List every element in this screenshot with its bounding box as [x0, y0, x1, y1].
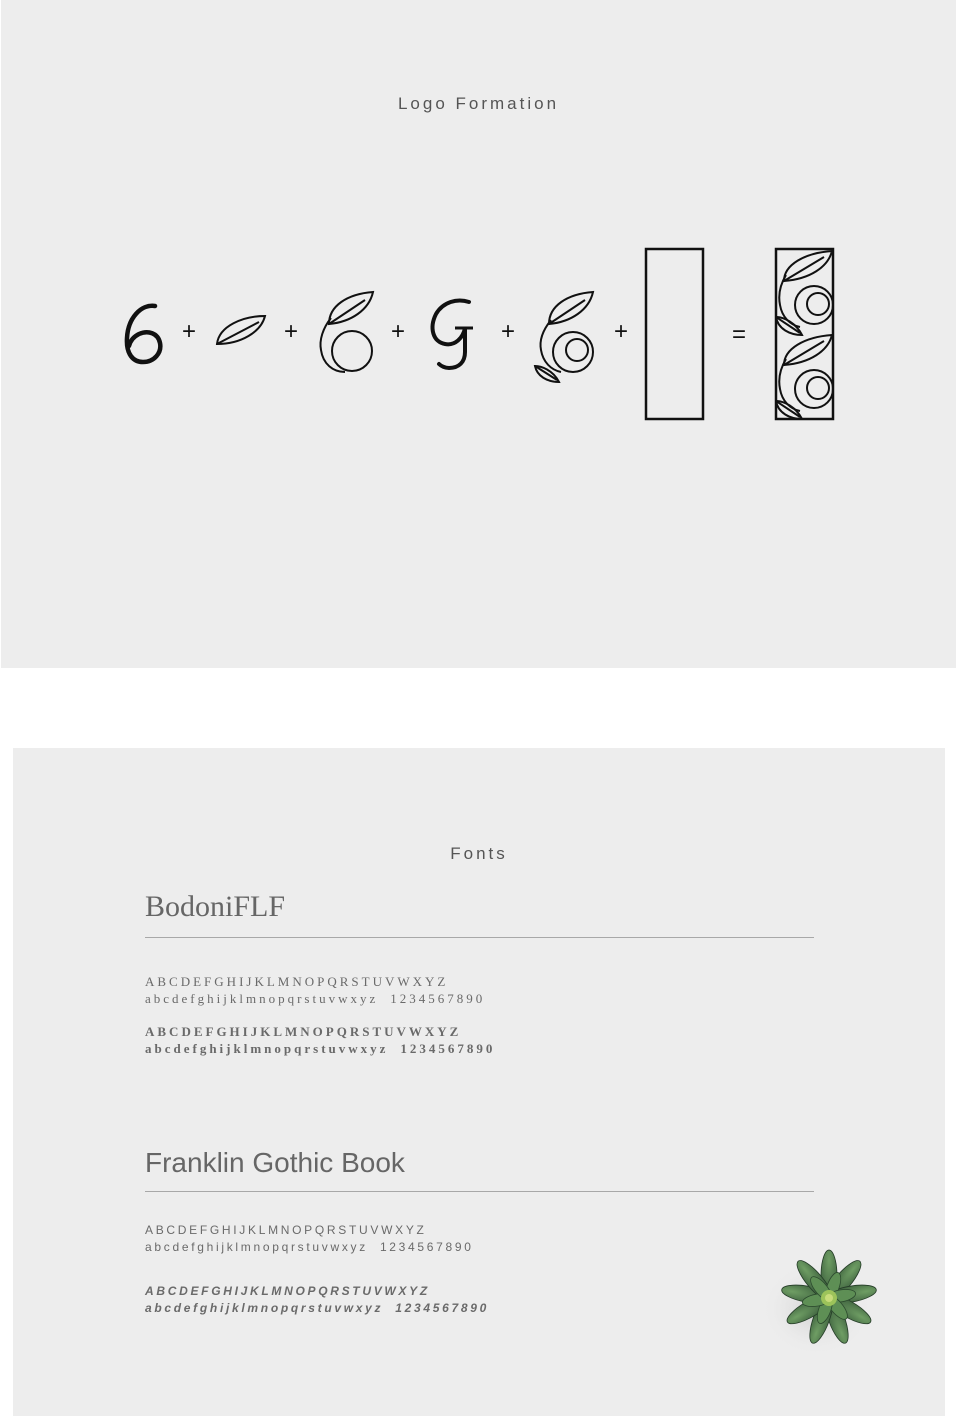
franklin-bold-italic-lowercase: abcdefghijklmnopqrstuvwxyz: [145, 1301, 384, 1315]
leaf-circle-glyph: [319, 290, 375, 373]
franklin-bold-italic-digits: 1234567890: [395, 1301, 489, 1315]
equals-operator: =: [732, 321, 747, 348]
final-logo-glyph: [774, 247, 835, 421]
bodoni-bold-lowercase: abcdefghijklmnopqrstuvwxyz: [145, 1041, 389, 1056]
bodoni-regular-digits: 1234567890: [390, 991, 486, 1006]
franklin-regular-digits: 1234567890: [379, 1240, 474, 1254]
plus-operator-5: +: [614, 318, 629, 345]
plus-operator-1: +: [182, 318, 197, 345]
plus-operator-3: +: [391, 318, 406, 345]
bodoni-regular-lowercase-line: abcdefghijklmnopqrstuvwxyz 1234567890: [145, 992, 485, 1005]
leaf-glyph: [215, 314, 267, 346]
franklin-regular-lowercase-line: abcdefghijklmnopqrstuvwxyz 1234567890: [145, 1241, 474, 1253]
numeral-six-glyph: [124, 303, 163, 365]
plus-operator-4: +: [501, 318, 516, 345]
franklin-regular-uppercase: ABCDEFGHIJKLMNOPQRSTUVWXYZ: [145, 1223, 427, 1237]
bodoni-bold-lowercase-line: abcdefghijklmnopqrstuvwxyz 1234567890: [145, 1042, 495, 1055]
bodoni-regular-uppercase: ABCDEFGHIJKLMNOPQRSTUVWXYZ: [145, 974, 449, 989]
logo-formation-title: Logo Formation: [397, 94, 560, 113]
rectangle-frame-glyph: [644, 247, 705, 421]
letter-g-glyph: [430, 298, 473, 371]
franklin-bold-italic-uppercase: ABCDEFGHIJKLMNOPQRSTUVWXYZ: [145, 1284, 430, 1298]
font-name-franklin: Franklin Gothic Book: [145, 1147, 405, 1178]
bodoni-regular-lowercase: abcdefghijklmnopqrstuvwxyz: [145, 991, 379, 1006]
fonts-panel: Fonts BodoniFLF ABCDEFGHIJKLMNOPQRSTUVWX…: [13, 748, 945, 1416]
franklin-regular-lowercase: abcdefghijklmnopqrstuvwxyz: [145, 1240, 368, 1254]
plus-operator-2: +: [284, 318, 299, 345]
bodoni-bold-uppercase: ABCDEFGHIJKLMNOPQRSTUVWXYZ: [145, 1024, 462, 1039]
font-name-bodoni: BodoniFLF: [145, 890, 286, 923]
divider-rule: [145, 937, 814, 938]
succulent-plant-image: [761, 1249, 877, 1352]
divider-rule: [145, 1191, 814, 1192]
franklin-bold-italic-lowercase-line: abcdefghijklmnopqrstuvwxyz 1234567890: [145, 1302, 489, 1314]
fonts-title: Fonts: [450, 844, 508, 863]
bodoni-bold-digits: 1234567890: [400, 1041, 496, 1056]
logo-formation-panel: Logo Formation + + + + + =: [1, 0, 956, 668]
leaf-circle-g-glyph: [533, 290, 595, 384]
